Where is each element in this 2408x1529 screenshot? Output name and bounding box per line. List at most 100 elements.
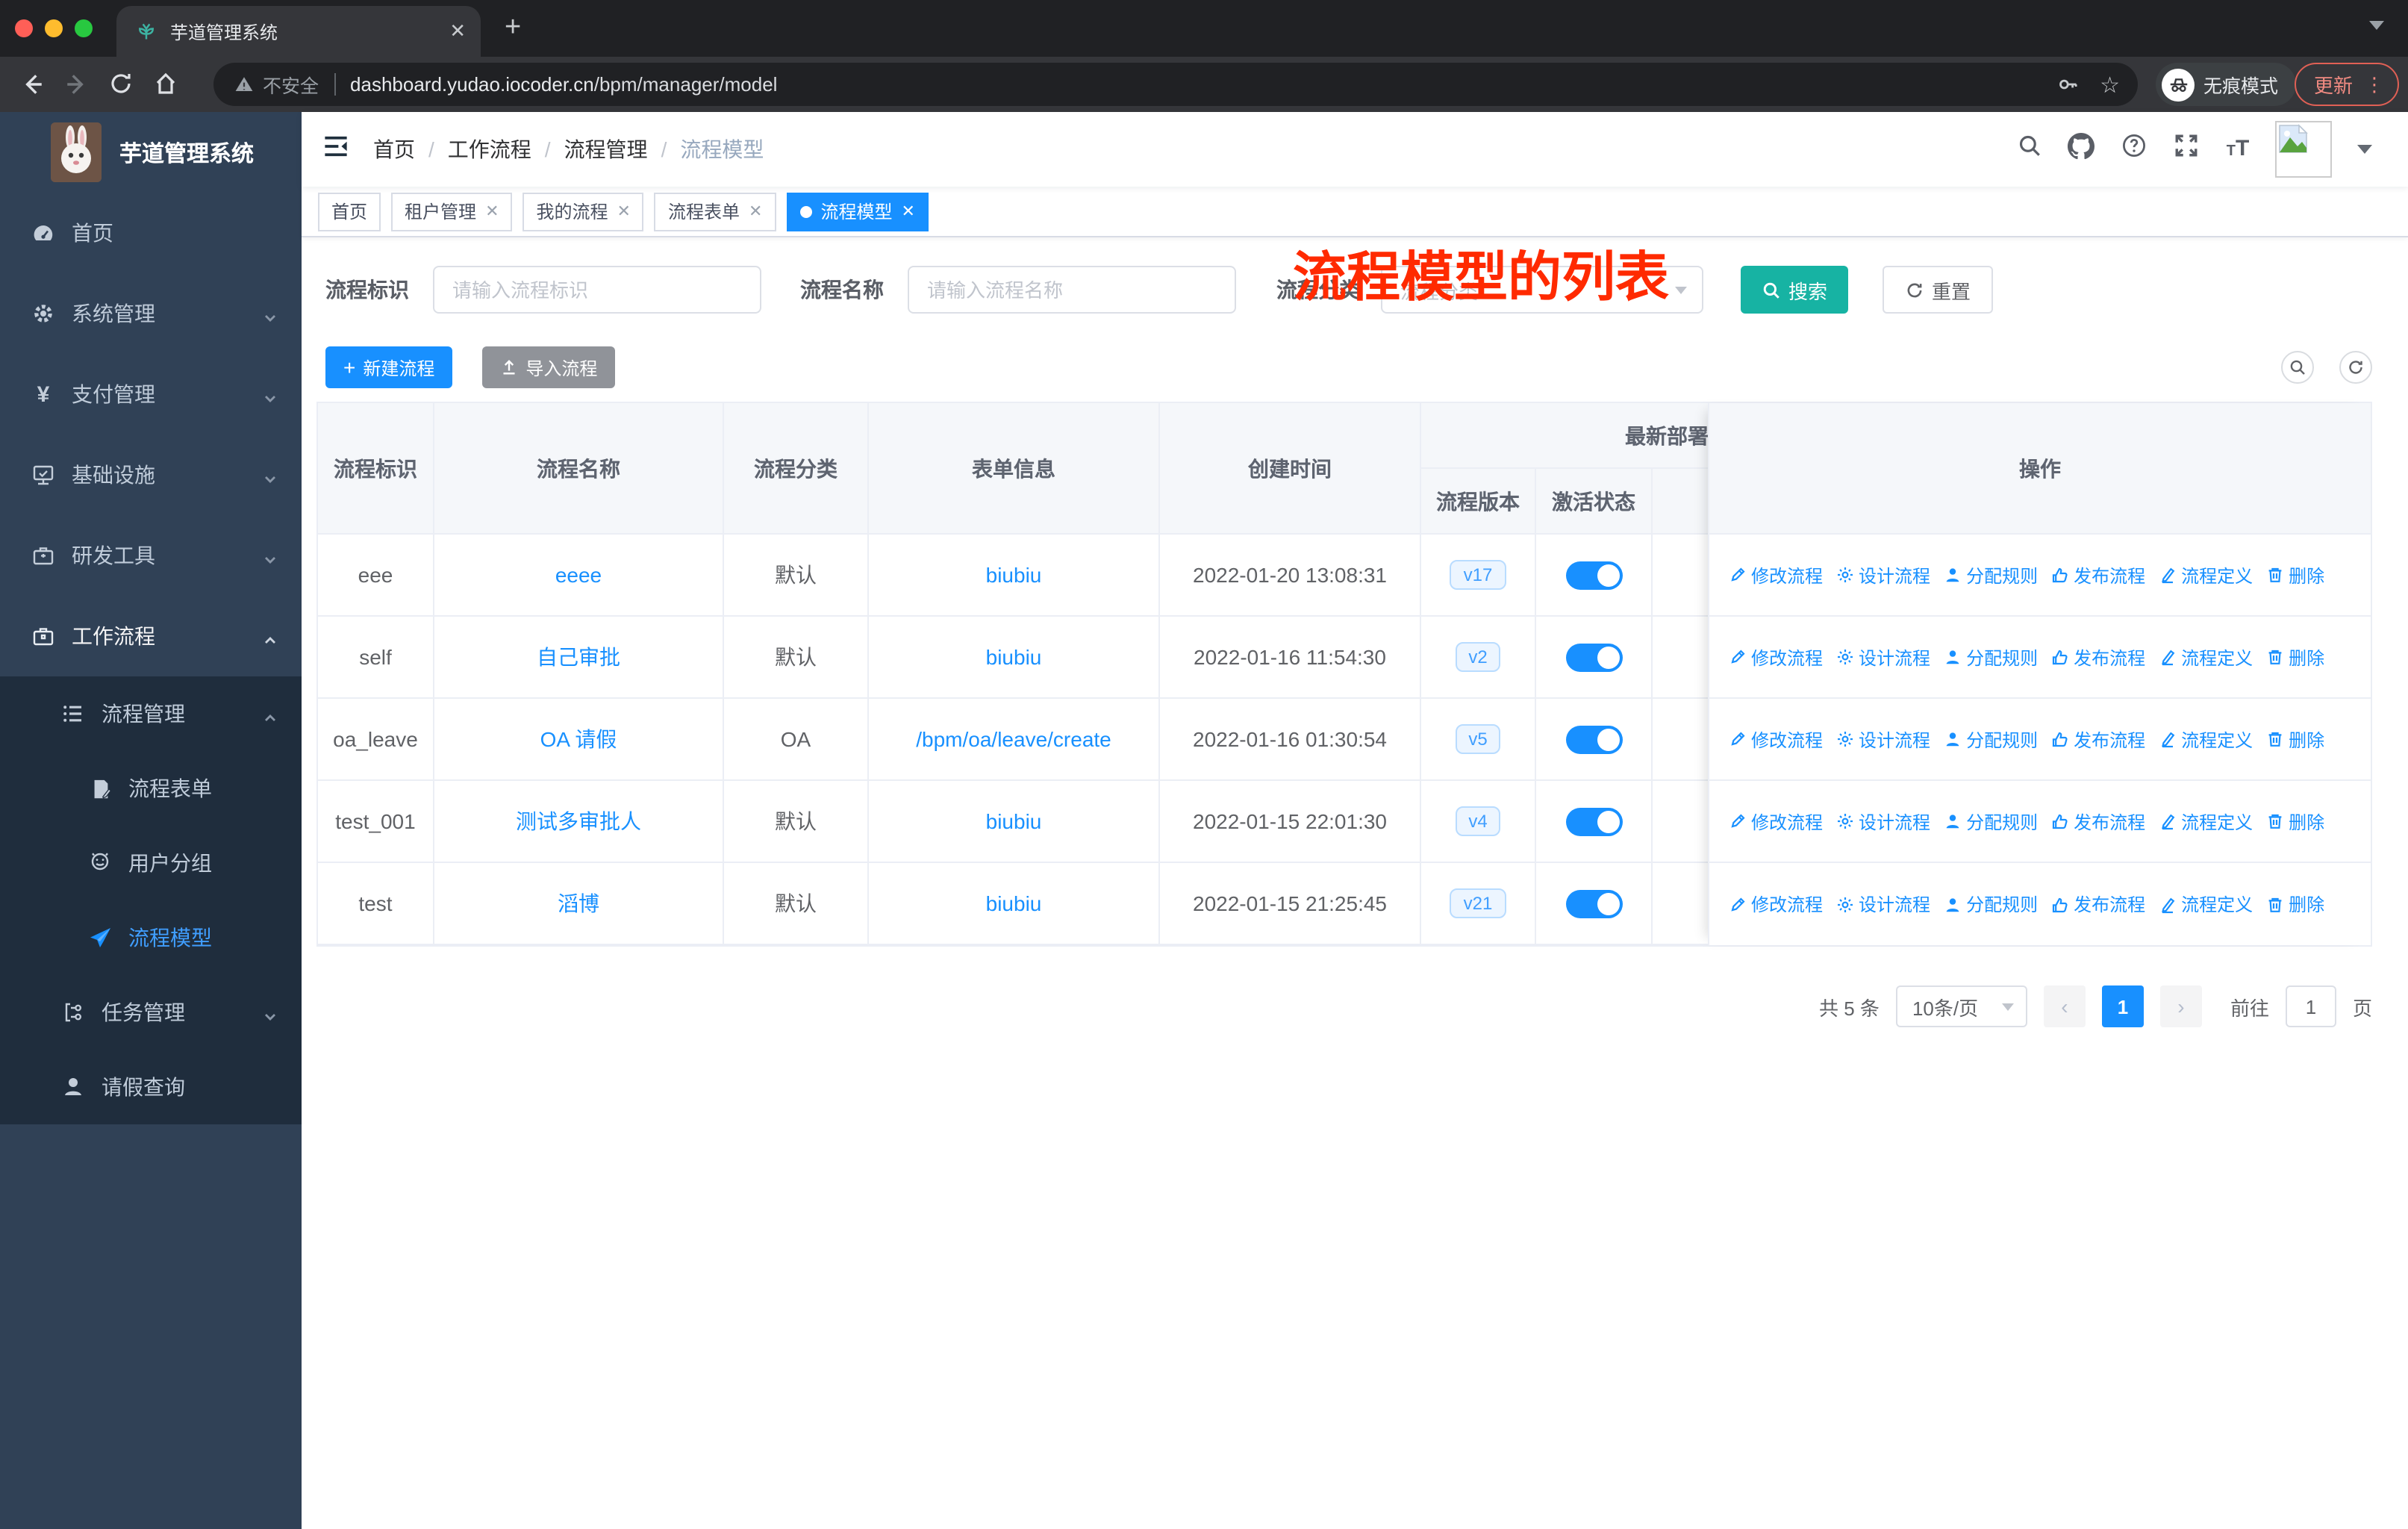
design-process-link[interactable]: 设计流程 bbox=[1836, 726, 1930, 752]
design-process-link[interactable]: 设计流程 bbox=[1836, 562, 1930, 588]
browser-tab[interactable]: 芋道管理系统 ✕ bbox=[116, 6, 481, 57]
assign-rule-link[interactable]: 分配规则 bbox=[1944, 809, 2038, 834]
model-name-link[interactable]: eeee bbox=[434, 535, 724, 615]
sidebar-item-devtools[interactable]: 研发工具 bbox=[0, 515, 302, 596]
delete-link[interactable]: 删除 bbox=[2266, 891, 2324, 917]
reset-button[interactable]: 重置 bbox=[1883, 266, 1994, 314]
github-icon[interactable] bbox=[2066, 132, 2096, 166]
toggle-search-button[interactable] bbox=[2281, 351, 2314, 384]
model-name-link[interactable]: OA 请假 bbox=[434, 699, 724, 779]
close-window-button[interactable] bbox=[15, 19, 33, 37]
model-name-link[interactable]: 测试多审批人 bbox=[434, 781, 724, 862]
edit-process-link[interactable]: 修改流程 bbox=[1729, 644, 1823, 670]
publish-process-link[interactable]: 发布流程 bbox=[2051, 562, 2145, 588]
sidebar-item-user-group[interactable]: 用户分组 bbox=[0, 826, 302, 900]
publish-process-link[interactable]: 发布流程 bbox=[2051, 809, 2145, 834]
tag-tenant[interactable]: 租户管理 ✕ bbox=[391, 192, 513, 231]
page-size-select[interactable]: 10条/页 bbox=[1895, 985, 2027, 1027]
sidebar-item-infra[interactable]: 基础设施 bbox=[0, 435, 302, 515]
edit-process-link[interactable]: 修改流程 bbox=[1729, 726, 1823, 752]
active-toggle[interactable] bbox=[1565, 807, 1622, 835]
sidebar-collapse-icon[interactable] bbox=[322, 132, 349, 166]
process-definition-link[interactable]: 流程定义 bbox=[2159, 726, 2253, 752]
reload-icon[interactable] bbox=[99, 71, 143, 98]
bookmark-star-icon[interactable]: ☆ bbox=[2100, 71, 2120, 98]
new-tab-button[interactable]: + bbox=[505, 12, 521, 45]
tag-process-model[interactable]: 流程模型 ✕ bbox=[786, 192, 929, 231]
active-toggle[interactable] bbox=[1565, 725, 1622, 753]
sidebar-item-process-form[interactable]: 流程表单 bbox=[0, 751, 302, 826]
tab-search-chevron-icon[interactable] bbox=[2369, 21, 2384, 30]
publish-process-link[interactable]: 发布流程 bbox=[2051, 726, 2145, 752]
model-name-link[interactable]: 自己审批 bbox=[434, 617, 724, 697]
minimize-window-button[interactable] bbox=[45, 19, 63, 37]
url-bar[interactable]: 不安全 dashboard.yudao.iocoder.cn/bpm/manag… bbox=[213, 63, 2138, 106]
process-definition-link[interactable]: 流程定义 bbox=[2159, 562, 2253, 588]
security-status[interactable]: 不安全 bbox=[234, 70, 319, 99]
form-info-link[interactable]: biubiu bbox=[869, 617, 1160, 697]
forward-icon[interactable] bbox=[54, 71, 99, 98]
browser-update-button[interactable]: 更新 ⋮ bbox=[2295, 63, 2400, 106]
version-tag[interactable]: v17 bbox=[1450, 559, 1506, 591]
create-process-button[interactable]: + 新建流程 bbox=[325, 346, 453, 388]
design-process-link[interactable]: 设计流程 bbox=[1836, 891, 1930, 917]
form-info-link[interactable]: biubiu bbox=[869, 781, 1160, 862]
delete-link[interactable]: 删除 bbox=[2266, 644, 2324, 670]
sidebar-item-payment[interactable]: ¥ 支付管理 bbox=[0, 354, 302, 435]
edit-process-link[interactable]: 修改流程 bbox=[1729, 562, 1823, 588]
breadcrumb-process-mgmt[interactable]: 流程管理 bbox=[564, 134, 648, 164]
goto-page-input[interactable] bbox=[2285, 985, 2336, 1027]
version-tag[interactable]: v21 bbox=[1450, 888, 1506, 919]
breadcrumb-workflow[interactable]: 工作流程 bbox=[448, 134, 531, 164]
sidebar-item-workflow[interactable]: 工作流程 bbox=[0, 596, 302, 676]
refresh-table-button[interactable] bbox=[2339, 351, 2372, 384]
tag-process-form[interactable]: 流程表单 ✕ bbox=[654, 192, 776, 231]
version-tag[interactable]: v5 bbox=[1455, 723, 1501, 755]
design-process-link[interactable]: 设计流程 bbox=[1836, 644, 1930, 670]
tab-close-icon[interactable]: ✕ bbox=[449, 19, 466, 43]
avatar[interactable] bbox=[2275, 121, 2332, 178]
app-logo-row[interactable]: 芋道管理系统 bbox=[0, 112, 302, 193]
assign-rule-link[interactable]: 分配规则 bbox=[1944, 891, 2038, 917]
next-page-button[interactable]: › bbox=[2159, 985, 2202, 1027]
form-info-link[interactable]: biubiu bbox=[869, 535, 1160, 615]
tag-my-process[interactable]: 我的流程 ✕ bbox=[523, 192, 644, 231]
avatar-caret-icon[interactable] bbox=[2357, 145, 2372, 154]
process-definition-link[interactable]: 流程定义 bbox=[2159, 891, 2253, 917]
password-key-icon[interactable] bbox=[2056, 73, 2079, 96]
active-toggle[interactable] bbox=[1565, 889, 1622, 918]
active-toggle[interactable] bbox=[1565, 643, 1622, 671]
form-info-link[interactable]: biubiu bbox=[869, 863, 1160, 944]
publish-process-link[interactable]: 发布流程 bbox=[2051, 644, 2145, 670]
fullscreen-icon[interactable] bbox=[2171, 133, 2200, 166]
process-definition-link[interactable]: 流程定义 bbox=[2159, 644, 2253, 670]
assign-rule-link[interactable]: 分配规则 bbox=[1944, 726, 2038, 752]
import-process-button[interactable]: 导入流程 bbox=[482, 346, 616, 388]
sidebar-item-system[interactable]: 系统管理 bbox=[0, 273, 302, 354]
sidebar-item-process-model[interactable]: 流程模型 bbox=[0, 900, 302, 975]
close-icon[interactable]: ✕ bbox=[485, 202, 499, 221]
publish-process-link[interactable]: 发布流程 bbox=[2051, 891, 2145, 917]
model-name-link[interactable]: 滔博 bbox=[434, 863, 724, 944]
close-icon[interactable]: ✕ bbox=[901, 202, 914, 221]
browser-menu-icon[interactable]: ⋮ bbox=[2365, 72, 2384, 96]
search-button[interactable]: 搜索 bbox=[1741, 266, 1849, 314]
breadcrumb-home[interactable]: 首页 bbox=[373, 134, 415, 164]
url-text[interactable]: dashboard.yudao.iocoder.cn/bpm/manager/m… bbox=[350, 73, 2056, 96]
version-tag[interactable]: v2 bbox=[1455, 641, 1501, 673]
back-icon[interactable] bbox=[9, 71, 54, 98]
zoom-window-button[interactable] bbox=[75, 19, 93, 37]
form-info-link[interactable]: /bpm/oa/leave/create bbox=[869, 699, 1160, 779]
sidebar-item-leave-query[interactable]: 请假查询 bbox=[0, 1050, 302, 1124]
edit-process-link[interactable]: 修改流程 bbox=[1729, 891, 1823, 917]
sidebar-item-home[interactable]: 首页 bbox=[0, 193, 302, 273]
version-tag[interactable]: v4 bbox=[1455, 806, 1501, 837]
prev-page-button[interactable]: ‹ bbox=[2043, 985, 2086, 1027]
close-icon[interactable]: ✕ bbox=[749, 202, 762, 221]
process-id-input[interactable] bbox=[433, 266, 761, 314]
delete-link[interactable]: 删除 bbox=[2266, 726, 2324, 752]
help-icon[interactable] bbox=[2118, 133, 2148, 166]
process-name-input[interactable] bbox=[908, 266, 1236, 314]
design-process-link[interactable]: 设计流程 bbox=[1836, 809, 1930, 834]
close-icon[interactable]: ✕ bbox=[617, 202, 631, 221]
